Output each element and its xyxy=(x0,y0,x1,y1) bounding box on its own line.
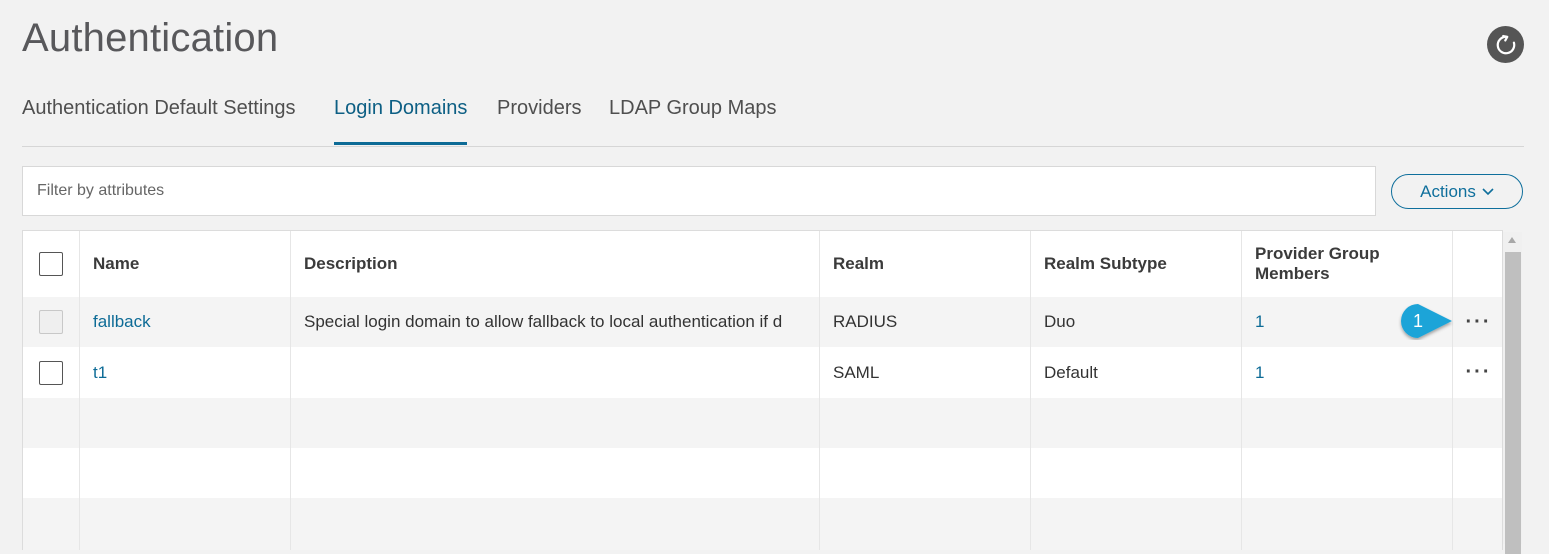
column-header-provider-group-members[interactable]: Provider Group Members xyxy=(1242,231,1453,297)
description-cell: Special login domain to allow fallback t… xyxy=(291,297,820,347)
empty-row xyxy=(23,498,1502,550)
vertical-scrollbar[interactable] xyxy=(1503,232,1522,554)
tab-authentication-default-settings[interactable]: Authentication Default Settings xyxy=(22,97,296,145)
filter-input[interactable] xyxy=(22,166,1376,216)
members-cell: 1 xyxy=(1242,347,1453,398)
table-header-row: Name Description Realm Realm Subtype Pro… xyxy=(23,231,1502,298)
tab-ldap-group-maps[interactable]: LDAP Group Maps xyxy=(609,97,777,145)
name-cell: t1 xyxy=(80,347,291,398)
scroll-up-arrow-icon[interactable] xyxy=(1508,237,1516,243)
domain-name-link[interactable]: t1 xyxy=(93,363,107,383)
row-actions-cell: ··· xyxy=(1453,297,1502,347)
actions-button[interactable]: Actions xyxy=(1391,174,1523,209)
table-row[interactable]: fallback Special login domain to allow f… xyxy=(23,297,1502,347)
tab-login-domains[interactable]: Login Domains xyxy=(334,97,468,145)
login-domains-table: Name Description Realm Realm Subtype Pro… xyxy=(22,230,1503,550)
members-link[interactable]: 1 xyxy=(1255,363,1264,383)
name-cell: fallback xyxy=(80,297,291,347)
row-select-cell xyxy=(23,297,80,347)
row-checkbox[interactable] xyxy=(39,360,63,385)
column-header-description[interactable]: Description xyxy=(291,231,820,297)
refresh-icon xyxy=(1496,34,1515,54)
callout-number: 1 xyxy=(1413,311,1423,331)
members-link[interactable]: 1 xyxy=(1255,312,1264,332)
column-header-realm-subtype[interactable]: Realm Subtype xyxy=(1031,231,1242,297)
header-select-cell xyxy=(23,231,80,297)
row-actions-cell: ··· xyxy=(1453,347,1502,398)
description-cell xyxy=(291,347,820,398)
actions-label: Actions xyxy=(1420,181,1476,201)
realm-cell: SAML xyxy=(820,347,1031,398)
header-actions-cell xyxy=(1453,231,1502,297)
realm-subtype-cell: Default xyxy=(1031,347,1242,398)
more-actions-icon[interactable]: ··· xyxy=(1466,311,1492,334)
empty-row xyxy=(23,398,1502,448)
table-row[interactable]: t1 SAML Default 1 ··· xyxy=(23,347,1502,398)
empty-row xyxy=(23,448,1502,498)
callout-marker: 1 xyxy=(1401,304,1452,338)
page-title: Authentication xyxy=(22,16,279,60)
realm-subtype-cell: Duo xyxy=(1031,297,1242,347)
more-actions-icon[interactable]: ··· xyxy=(1466,361,1492,384)
row-checkbox[interactable] xyxy=(39,310,63,334)
domain-name-link[interactable]: fallback xyxy=(93,312,151,332)
realm-cell: RADIUS xyxy=(820,297,1031,347)
column-header-realm[interactable]: Realm xyxy=(820,231,1031,297)
tab-providers[interactable]: Providers xyxy=(497,97,581,145)
column-header-name[interactable]: Name xyxy=(80,231,291,297)
row-select-cell xyxy=(23,347,80,398)
tab-bar: Authentication Default Settings Login Do… xyxy=(22,88,1524,147)
refresh-button[interactable] xyxy=(1487,26,1524,63)
chevron-down-icon xyxy=(1482,187,1494,195)
select-all-checkbox[interactable] xyxy=(39,252,63,276)
scrollbar-thumb[interactable] xyxy=(1505,252,1521,554)
